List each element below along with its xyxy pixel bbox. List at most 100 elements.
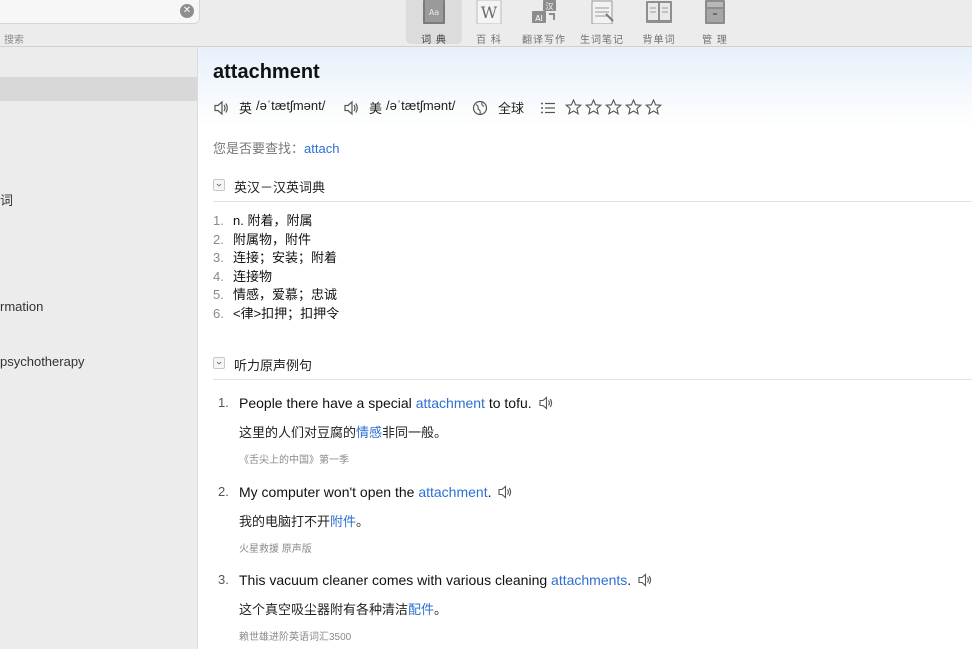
did-you-mean-prefix: 您是否要查找：	[213, 141, 305, 156]
definition-text: 连接；安装；附着	[233, 250, 338, 266]
example-english: My computer won't open the attachment.	[239, 484, 513, 500]
sidebar-item[interactable]: 词	[0, 190, 13, 209]
example-text: 。	[356, 514, 370, 529]
example-text: 我的电脑打不开	[239, 514, 331, 529]
notes-icon	[591, 0, 614, 24]
example-chinese: 这个真空吸尘器附有各种清洁配件。	[239, 599, 447, 618]
example-number: 2.	[218, 484, 229, 499]
svg-text:AI: AI	[535, 14, 543, 23]
manage-icon	[705, 0, 725, 24]
example-text: People there have a special	[239, 395, 416, 411]
sidebar: 词 rmation psychotherapy	[0, 47, 198, 649]
tab-translate[interactable]: 汉 AI 翻译写作	[516, 0, 572, 46]
tab-notes[interactable]: 生词笔记	[574, 0, 630, 46]
tab-encyclopedia-label: 百 科	[476, 35, 502, 46]
speaker-icon[interactable]	[637, 573, 653, 587]
chevron-down-icon[interactable]	[213, 179, 225, 191]
example-source: 《舌尖上的中国》第一季	[239, 455, 349, 466]
list-icon[interactable]	[540, 100, 556, 116]
definition-list: 1. n. 附着，附属 2. 附属物，附件 3. 连接；安装；附着 4. 连接物 5. 情…	[213, 212, 339, 324]
did-you-mean-link[interactable]: attach	[304, 141, 339, 156]
tab-encyclopedia[interactable]: W 百 科	[461, 0, 517, 46]
rating-star-icon	[605, 99, 622, 115]
definition-text: n. 附着，附属	[233, 213, 313, 228]
search-input[interactable]: ✕	[0, 0, 200, 24]
dictionary-icon: Aa	[423, 0, 445, 24]
toolbar: ✕ 搜索 Aa 词 典 W 百 科 汉 AI 翻译写作 生词笔记 背单词 管 理	[0, 0, 972, 47]
definition-number: 2.	[213, 231, 224, 247]
section-title: 听力原声例句	[234, 358, 313, 373]
tab-vocabulary[interactable]: 背单词	[631, 0, 687, 46]
example-number: 1.	[218, 395, 229, 410]
definition-item: 2. 附属物，附件	[213, 231, 339, 250]
header-background	[198, 47, 972, 127]
example-text: 这里的人们对豆腐的	[239, 425, 357, 440]
rating-star-icon	[645, 99, 662, 115]
did-you-mean: 您是否要查找：attach	[213, 138, 339, 157]
globe-icon[interactable]	[472, 100, 488, 116]
example-english: People there have a special attachment t…	[239, 395, 554, 411]
speaker-icon[interactable]	[497, 485, 513, 499]
chevron-down-icon[interactable]	[213, 357, 225, 369]
sidebar-selected-row[interactable]	[0, 77, 197, 101]
speaker-icon[interactable]	[343, 100, 359, 116]
uk-phonetic: /əˈtætʃmənt/	[256, 98, 326, 113]
search-label: 搜索	[4, 35, 24, 46]
rating-star-icon	[625, 99, 642, 115]
example-highlight[interactable]: 情感	[356, 425, 382, 440]
rating-star-icon	[565, 99, 582, 115]
example-highlight[interactable]: attachment	[418, 484, 487, 500]
definition-number: 4.	[213, 268, 224, 284]
translate-icon: 汉 AI	[532, 0, 556, 23]
sidebar-item-label: psychotherapy	[0, 354, 85, 369]
speaker-icon[interactable]	[538, 396, 554, 410]
divider	[213, 379, 972, 380]
example-text: 这个真空吸尘器附有各种清洁	[239, 602, 409, 617]
sidebar-item[interactable]: rmation	[0, 299, 43, 314]
svg-text:Aa: Aa	[429, 8, 439, 17]
example-chinese: 我的电脑打不开附件。	[239, 511, 369, 530]
clear-search-icon[interactable]: ✕	[180, 4, 194, 18]
headword: attachment	[213, 61, 320, 83]
tab-dictionary[interactable]: Aa 词 典	[406, 0, 462, 46]
example-highlight[interactable]: 附件	[330, 514, 356, 529]
example-source: 火星救援 原声版	[239, 544, 312, 555]
definition-number: 6.	[213, 305, 224, 321]
speaker-icon[interactable]	[213, 100, 229, 116]
example-number: 3.	[218, 572, 229, 587]
divider	[213, 201, 972, 202]
definition-number: 1.	[213, 213, 224, 228]
sidebar-item[interactable]: psychotherapy	[0, 354, 85, 369]
example-text: This vacuum cleaner comes with various c…	[239, 572, 552, 588]
tab-notes-label: 生词笔记	[580, 35, 624, 46]
book-icon	[646, 1, 672, 23]
example-source: 赖世雄进阶英语词汇3500	[239, 632, 352, 643]
example-highlight[interactable]: attachment	[416, 395, 485, 411]
svg-text:W: W	[481, 3, 498, 22]
tab-vocabulary-label: 背单词	[642, 35, 676, 46]
example-highlight[interactable]: 配件	[408, 602, 434, 617]
example-text: My computer won't open the	[239, 484, 419, 500]
tab-manage-label: 管 理	[702, 35, 728, 46]
definition-text: 情感，爱慕；忠诚	[233, 287, 338, 303]
example-chinese: 这里的人们对豆腐的情感非同一般。	[239, 422, 447, 441]
example-text: 非同一般。	[382, 425, 448, 440]
definition-text: <律>扣押；扣押令	[233, 305, 340, 321]
tab-dictionary-label: 词 典	[421, 35, 447, 46]
definition-item: 3. 连接；安装；附着	[213, 249, 339, 268]
sidebar-item-label: rmation	[0, 299, 44, 314]
definition-number: 3.	[213, 250, 224, 266]
definition-item: 1. n. 附着，附属	[213, 212, 339, 231]
uk-label: 英	[239, 101, 253, 116]
us-phonetic: /əˈtætʃmənt/	[386, 98, 456, 113]
definition-text: 连接物	[233, 268, 273, 284]
definition-number: 5.	[213, 287, 224, 303]
definition-item: 5. 情感，爱慕；忠诚	[213, 286, 339, 305]
svg-text:汉: 汉	[546, 2, 554, 11]
wikipedia-icon: W	[476, 0, 502, 24]
tab-manage[interactable]: 管 理	[687, 0, 743, 46]
example-highlight[interactable]: attachments	[551, 572, 627, 588]
example-english: This vacuum cleaner comes with various c…	[239, 572, 653, 588]
section-title: 英汉－汉英词典	[234, 180, 326, 195]
example-text: to tofu.	[484, 395, 532, 411]
